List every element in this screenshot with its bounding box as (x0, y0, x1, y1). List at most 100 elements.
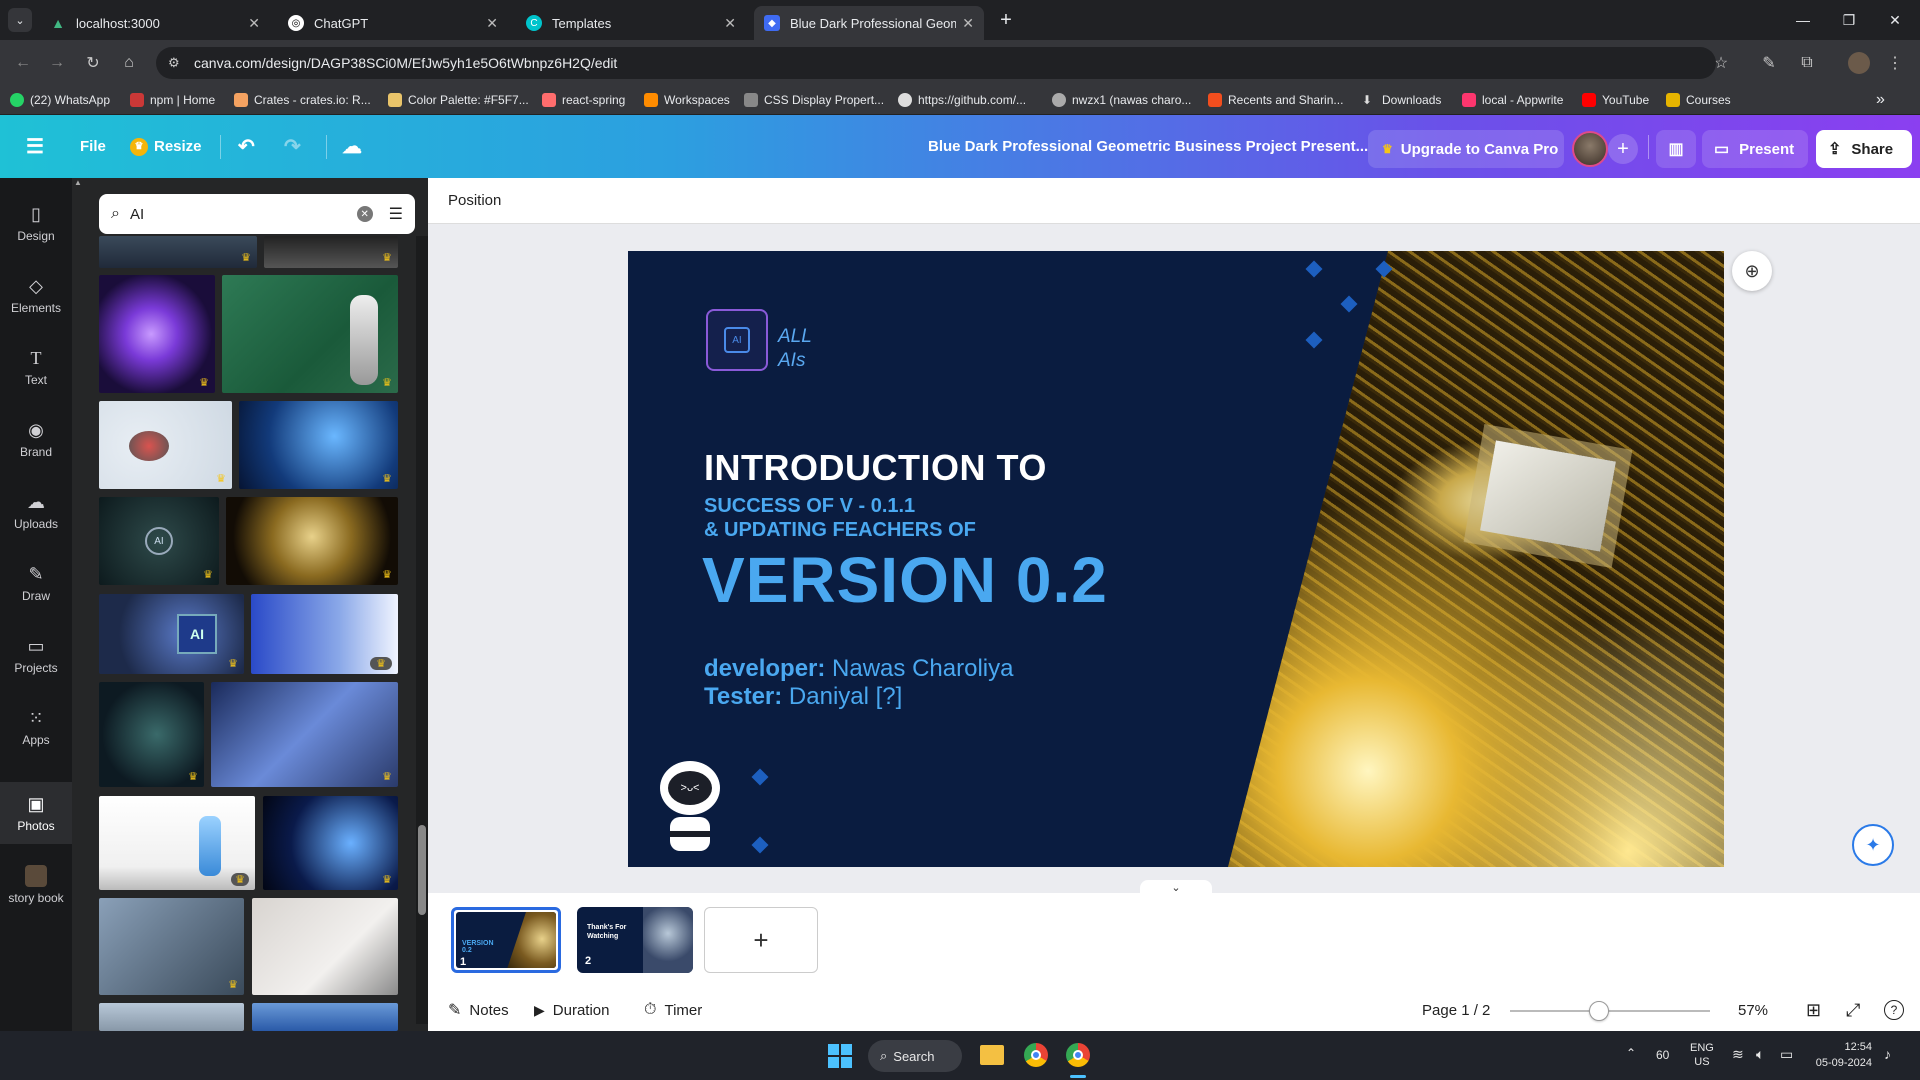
zoom-slider[interactable] (1510, 1010, 1710, 1012)
bookmark-figma[interactable]: Recents and Sharin... (1208, 91, 1343, 109)
bookmark-whatsapp[interactable]: (22) WhatsApp (10, 91, 110, 109)
bookmark-crates[interactable]: Crates - crates.io: R... (234, 91, 371, 109)
rail-photos[interactable]: ▣ Photos (0, 782, 72, 844)
page-thumbnail-2[interactable]: Thank's For Watching 2 (577, 907, 693, 973)
battery-icon[interactable]: ▭ (1780, 1046, 1793, 1063)
photo-thumbnail[interactable] (252, 1003, 398, 1031)
photo-thumbnail[interactable]: ♛ (99, 401, 232, 489)
cloud-save-icon[interactable]: ☁ (342, 115, 362, 178)
rail-design[interactable]: ▯ Design (0, 192, 72, 254)
duration-button[interactable]: ▶ Duration (534, 995, 609, 1025)
timer-button[interactable]: ⏱ Timer (644, 995, 702, 1025)
photo-thumbnail[interactable] (99, 1003, 244, 1031)
slide-version[interactable]: VERSION 0.2 (702, 543, 1108, 617)
rail-uploads[interactable]: ☁ Uploads (0, 480, 72, 542)
notes-button[interactable]: ✎ Notes (448, 995, 509, 1025)
help-icon[interactable]: ? (1884, 1000, 1904, 1020)
share-button[interactable]: ⇪ Share (1816, 130, 1912, 168)
bookmark-workspaces[interactable]: Workspaces (644, 91, 730, 109)
add-page-button[interactable]: + (704, 907, 818, 973)
profile-avatar[interactable] (1848, 52, 1870, 74)
rail-brand[interactable]: ◉ Brand (0, 408, 72, 470)
taskbar-search[interactable]: ⌕ Search (868, 1040, 962, 1072)
browser-tab-chatgpt[interactable]: ◎ ChatGPT ✕ (278, 6, 508, 40)
notification-bell-icon[interactable]: ♪ (1884, 1046, 1891, 1062)
url-bar[interactable]: ⚙ canva.com/design/DAGP38SCi0M/EfJw5yh1e… (156, 47, 1716, 79)
tab-search-button[interactable]: ⌄ (8, 8, 32, 32)
file-menu-button[interactable]: File (80, 115, 106, 178)
photo-thumbnail[interactable]: ♛ (99, 682, 204, 787)
slide-canvas[interactable]: AI ALL AIs INTRODUCTION TO SUCCESS OF V … (628, 251, 1724, 867)
slide-heading[interactable]: INTRODUCTION TO (704, 447, 1047, 489)
photo-thumbnail[interactable]: ♛ (99, 898, 244, 995)
comment-add-button[interactable]: ⊕ (1732, 251, 1772, 291)
position-button[interactable]: Position (448, 192, 501, 209)
rail-draw[interactable]: ✎ Draw (0, 552, 72, 614)
photo-thumbnail[interactable]: AI ♛ (99, 594, 244, 674)
chrome-icon[interactable] (1024, 1043, 1048, 1067)
clock[interactable]: 12:54 05-09-2024 (1812, 1039, 1872, 1071)
more-menu-icon[interactable]: ⋮ (1882, 50, 1908, 76)
add-collaborator-button[interactable]: + (1608, 134, 1638, 164)
user-avatar[interactable] (1572, 131, 1608, 167)
bookmark-courses[interactable]: Courses (1666, 91, 1731, 109)
volume-icon[interactable]: 🔈︎ (1756, 1046, 1764, 1063)
close-window-button[interactable]: ✕ (1872, 0, 1918, 40)
bookmark-color-palette[interactable]: Color Palette: #F5F7... (388, 91, 529, 109)
rail-apps[interactable]: ⁙ Apps (0, 696, 72, 758)
more-bookmarks-icon[interactable]: » (1876, 91, 1885, 109)
clear-search-icon[interactable]: ✕ (356, 206, 373, 222)
zoom-slider-thumb[interactable] (1588, 1001, 1609, 1021)
photo-thumbnail[interactable]: ♛ (222, 275, 398, 393)
photo-thumbnail[interactable]: ♛ (99, 275, 215, 393)
browser-tab-design[interactable]: ◆ Blue Dark Professional Geomet ✕ (754, 6, 984, 40)
photo-thumbnail[interactable]: ♛ (239, 401, 398, 489)
analytics-button[interactable]: ▥ (1656, 130, 1696, 168)
grid-view-icon[interactable]: ⊞ (1806, 995, 1821, 1025)
filter-icon[interactable]: ☰ (389, 204, 403, 224)
hide-pages-handle[interactable]: ⌄ (1140, 880, 1212, 894)
wifi-icon[interactable]: ≋ (1732, 1046, 1744, 1063)
undo-icon[interactable]: ↶ (238, 115, 255, 178)
forward-button[interactable]: → (44, 50, 70, 76)
redo-icon[interactable]: ↷ (284, 115, 301, 178)
close-icon[interactable]: ✕ (724, 15, 736, 32)
photo-thumbnail[interactable]: ♛ (99, 796, 255, 890)
browser-tab-templates[interactable]: C Templates ✕ (516, 6, 746, 40)
photo-search-input[interactable]: ⌕ AI ✕ ☰ (99, 194, 415, 234)
present-button[interactable]: ▭ Present (1702, 130, 1808, 168)
language-indicator[interactable]: ENG US (1690, 1041, 1714, 1069)
back-button[interactable]: ← (10, 50, 36, 76)
chrome-active-icon[interactable] (1066, 1043, 1090, 1067)
panel-scrollbar-thumb[interactable] (418, 825, 426, 915)
bookmark-nwzx1[interactable]: nwzx1 (nawas charo... (1052, 91, 1191, 109)
document-title[interactable]: Blue Dark Professional Geometric Busines… (928, 115, 1368, 178)
weather-temp[interactable]: 60 (1656, 1048, 1669, 1062)
close-icon[interactable]: ✕ (962, 15, 974, 32)
photo-thumbnail[interactable]: ♛ (251, 594, 398, 674)
rail-elements[interactable]: ◇ Elements (0, 264, 72, 326)
photo-thumbnail[interactable]: ♛ (263, 796, 398, 890)
slide-subheading-2[interactable]: & UPDATING FEACHERS OF (704, 519, 976, 542)
resize-button[interactable]: ♛ Resize (130, 115, 202, 178)
extensions-icon[interactable]: ⧉ (1794, 50, 1820, 76)
photo-thumbnail[interactable]: ♛ (211, 682, 398, 787)
minimize-button[interactable]: — (1780, 0, 1826, 40)
robot-mascot-image[interactable]: >ᴗ< (648, 761, 732, 861)
slide-subheading-1[interactable]: SUCCESS OF V - 0.1.1 (704, 495, 915, 518)
rail-projects[interactable]: ▭ Projects (0, 624, 72, 686)
bookmark-downloads[interactable]: ⬇ Downloads (1362, 91, 1441, 109)
slide-tester-line[interactable]: Tester: Daniyal [?] (704, 683, 902, 711)
bookmark-css-display[interactable]: CSS Display Propert... (744, 91, 884, 109)
hamburger-menu-icon[interactable]: ☰ (26, 115, 44, 178)
page-counter[interactable]: Page 1 / 2 (1422, 995, 1490, 1025)
bookmark-npm[interactable]: npm | Home (130, 91, 215, 109)
rail-story-book[interactable]: story book (0, 854, 72, 916)
pen-extension-icon[interactable]: ✎ (1756, 50, 1782, 76)
bookmark-react-spring[interactable]: react-spring (542, 91, 625, 109)
close-icon[interactable]: ✕ (248, 15, 260, 32)
windows-start-icon[interactable] (828, 1044, 852, 1068)
browser-tab-localhost[interactable]: ▲ localhost:3000 ✕ (40, 6, 270, 40)
home-button[interactable]: ⌂ (116, 50, 142, 76)
bookmark-appwrite[interactable]: local - Appwrite (1462, 91, 1563, 109)
